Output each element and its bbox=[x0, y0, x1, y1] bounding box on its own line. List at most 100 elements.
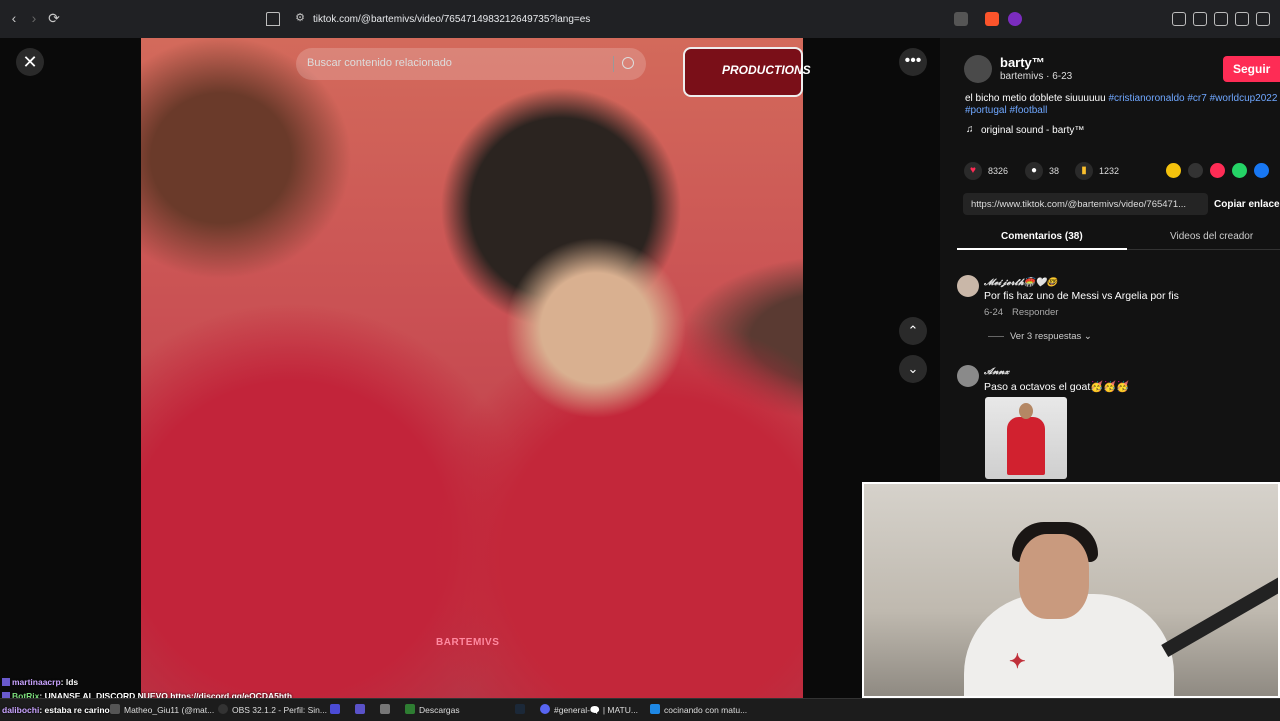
chat-text: : lds bbox=[60, 677, 79, 687]
reload-icon[interactable]: ⟳ bbox=[46, 10, 62, 26]
search-icon[interactable] bbox=[622, 57, 634, 69]
taskbar-label: cocinando con matu... bbox=[664, 705, 748, 715]
taskbar-item[interactable]: #general-🗨️ | MATU... bbox=[540, 702, 638, 718]
taskbar-item[interactable]: Descargas bbox=[405, 702, 460, 718]
taskbar-item[interactable] bbox=[355, 702, 369, 718]
obs-icon bbox=[218, 704, 228, 714]
tab-creator-videos[interactable]: Videos del creador bbox=[1170, 231, 1253, 242]
previous-video-icon[interactable]: ⌃ bbox=[899, 317, 927, 345]
site-settings-icon[interactable]: ⚙ bbox=[292, 10, 308, 26]
taskbar-label: #general-🗨️ | MATU... bbox=[554, 705, 638, 715]
chat-user: dalibochi bbox=[2, 705, 40, 715]
save-icon[interactable]: ▮ bbox=[1075, 162, 1093, 180]
like-count: 8326 bbox=[988, 166, 1009, 176]
send-icon[interactable] bbox=[1210, 163, 1225, 178]
chat-message: dalibochi: estaba re carinoso bbox=[2, 705, 120, 715]
downloads-icon[interactable] bbox=[1256, 12, 1270, 26]
back-icon[interactable]: ‹ bbox=[6, 10, 22, 26]
comment-text-2: Paso a octavos el goat🥳🥳🥳 bbox=[984, 381, 1130, 393]
streamer-face bbox=[1019, 534, 1089, 619]
chat-badge-icon bbox=[2, 678, 10, 686]
address-bar[interactable]: tiktok.com/@bartemivs/video/765471498321… bbox=[313, 14, 590, 25]
facebook-icon[interactable] bbox=[1254, 163, 1269, 178]
hashtags[interactable]: #cristianoronaldo #cr7 #worldcup2022 bbox=[1108, 93, 1277, 104]
chat-message: martinaacrp: lds bbox=[2, 677, 78, 687]
taskbar-label: OBS 32.1.2 - Perfil: Sin... bbox=[232, 705, 327, 715]
media-icon[interactable] bbox=[1193, 12, 1207, 26]
app-icon bbox=[650, 704, 660, 714]
taskbar-label: Matheo_Giu11 (@mat... bbox=[124, 705, 215, 715]
view-replies-button[interactable]: Ver 3 respuestas ⌄ bbox=[1010, 331, 1092, 342]
taskbar-item[interactable] bbox=[380, 702, 394, 718]
taskbar-item[interactable] bbox=[330, 702, 344, 718]
chat-text: : estaba re carinoso bbox=[39, 705, 120, 715]
taskbar-item[interactable]: Matheo_Giu11 (@mat... bbox=[110, 702, 214, 718]
commenter-avatar-2[interactable] bbox=[957, 365, 979, 387]
more-options-icon[interactable]: ••• bbox=[899, 48, 927, 76]
repost-icon[interactable] bbox=[1166, 163, 1181, 178]
hoodie-print: ✦ bbox=[1009, 649, 1026, 673]
taskbar-label: Descargas bbox=[419, 705, 460, 715]
download-icon bbox=[405, 704, 415, 714]
video-watermark: BARTEMIVS bbox=[436, 637, 500, 648]
related-search[interactable]: Buscar contenido relacionado bbox=[296, 48, 646, 80]
video-player[interactable] bbox=[141, 38, 803, 698]
next-video-icon[interactable]: ⌄ bbox=[899, 355, 927, 383]
author-avatar[interactable] bbox=[964, 55, 992, 83]
hashtags-line-2[interactable]: #portugal #football bbox=[965, 105, 1047, 116]
like-icon[interactable]: ♥ bbox=[964, 162, 982, 180]
author-name[interactable]: barty™ bbox=[1000, 55, 1045, 70]
comment-icon[interactable]: ● bbox=[1025, 162, 1043, 180]
video-link-box[interactable]: https://www.tiktok.com/@bartemivs/video/… bbox=[963, 193, 1208, 215]
tab-comments[interactable]: Comentarios (38) bbox=[1001, 231, 1083, 242]
webcam-overlay: ✦ bbox=[862, 482, 1280, 698]
sound-link[interactable]: original sound - barty™ bbox=[981, 125, 1084, 136]
sidebar-icon[interactable] bbox=[1214, 12, 1228, 26]
commenter-avatar[interactable] bbox=[957, 275, 979, 297]
commenter-name-2[interactable]: 𝓐𝓷𝓷𝔁 bbox=[984, 366, 1009, 377]
post-description: el bicho metio doblete siuuuuuu #cristia… bbox=[965, 93, 1280, 117]
search-divider bbox=[613, 56, 614, 72]
comment-image-head bbox=[1019, 403, 1033, 419]
forward-icon[interactable]: › bbox=[26, 10, 42, 26]
rewards-icon[interactable] bbox=[1008, 12, 1022, 26]
whatsapp-icon[interactable] bbox=[1232, 163, 1247, 178]
save-count: 1232 bbox=[1099, 166, 1120, 176]
follow-button[interactable]: Seguir bbox=[1223, 56, 1280, 82]
author-meta: bartemivs · 6-23 bbox=[1000, 71, 1073, 82]
brave-shield-icon[interactable] bbox=[985, 12, 999, 26]
replies-divider bbox=[988, 336, 1004, 337]
translate-icon[interactable] bbox=[954, 12, 968, 26]
extensions-icon[interactable] bbox=[1172, 12, 1186, 26]
steam-icon bbox=[515, 704, 525, 714]
reply-button[interactable]: Responder bbox=[1012, 307, 1058, 318]
taskbar-item[interactable]: OBS 32.1.2 - Perfil: Sin... bbox=[218, 702, 327, 718]
discord-icon bbox=[540, 704, 550, 714]
embed-icon[interactable] bbox=[1188, 163, 1203, 178]
video-link: https://www.tiktok.com/@bartemivs/video/… bbox=[971, 199, 1187, 210]
browser-toolbar: ‹ › ⟳ ⚙ tiktok.com/@bartemivs/video/7654… bbox=[0, 0, 1280, 39]
chat-user: martinaacrp bbox=[12, 677, 61, 687]
music-note-icon: ♫ bbox=[966, 124, 974, 135]
app-icon bbox=[110, 704, 120, 714]
comment-date: 6-24 bbox=[984, 307, 1004, 318]
wallet-icon[interactable] bbox=[1235, 12, 1249, 26]
channel-logo-text: PRODUCTIONS bbox=[722, 63, 811, 77]
copy-link-button[interactable]: Copiar enlace bbox=[1214, 199, 1280, 210]
tab-active-indicator bbox=[957, 248, 1127, 250]
search-input[interactable]: Buscar contenido relacionado bbox=[307, 57, 452, 69]
app-icon bbox=[380, 704, 390, 714]
bookmark-icon[interactable] bbox=[266, 12, 280, 26]
taskbar-item[interactable]: cocinando con matu... bbox=[650, 702, 747, 718]
comment-text: Por fis haz uno de Messi vs Argelia por … bbox=[984, 290, 1179, 302]
comment-image[interactable] bbox=[985, 397, 1067, 479]
mic-arm bbox=[1161, 564, 1278, 658]
commenter-name[interactable]: 𝓜𝓮𝓲𝓳𝓮𝓻𝓽𝓱🏟️🤍🤓 bbox=[984, 277, 1058, 288]
close-icon[interactable]: ✕ bbox=[16, 48, 44, 76]
comment-image-figure bbox=[1007, 417, 1045, 475]
comment-count: 38 bbox=[1049, 166, 1060, 176]
premiere-icon bbox=[330, 704, 340, 714]
taskbar-item[interactable] bbox=[515, 702, 529, 718]
app-icon bbox=[355, 704, 365, 714]
taskbar: dalibochi: estaba re carinoso Matheo_Giu… bbox=[0, 698, 1280, 721]
